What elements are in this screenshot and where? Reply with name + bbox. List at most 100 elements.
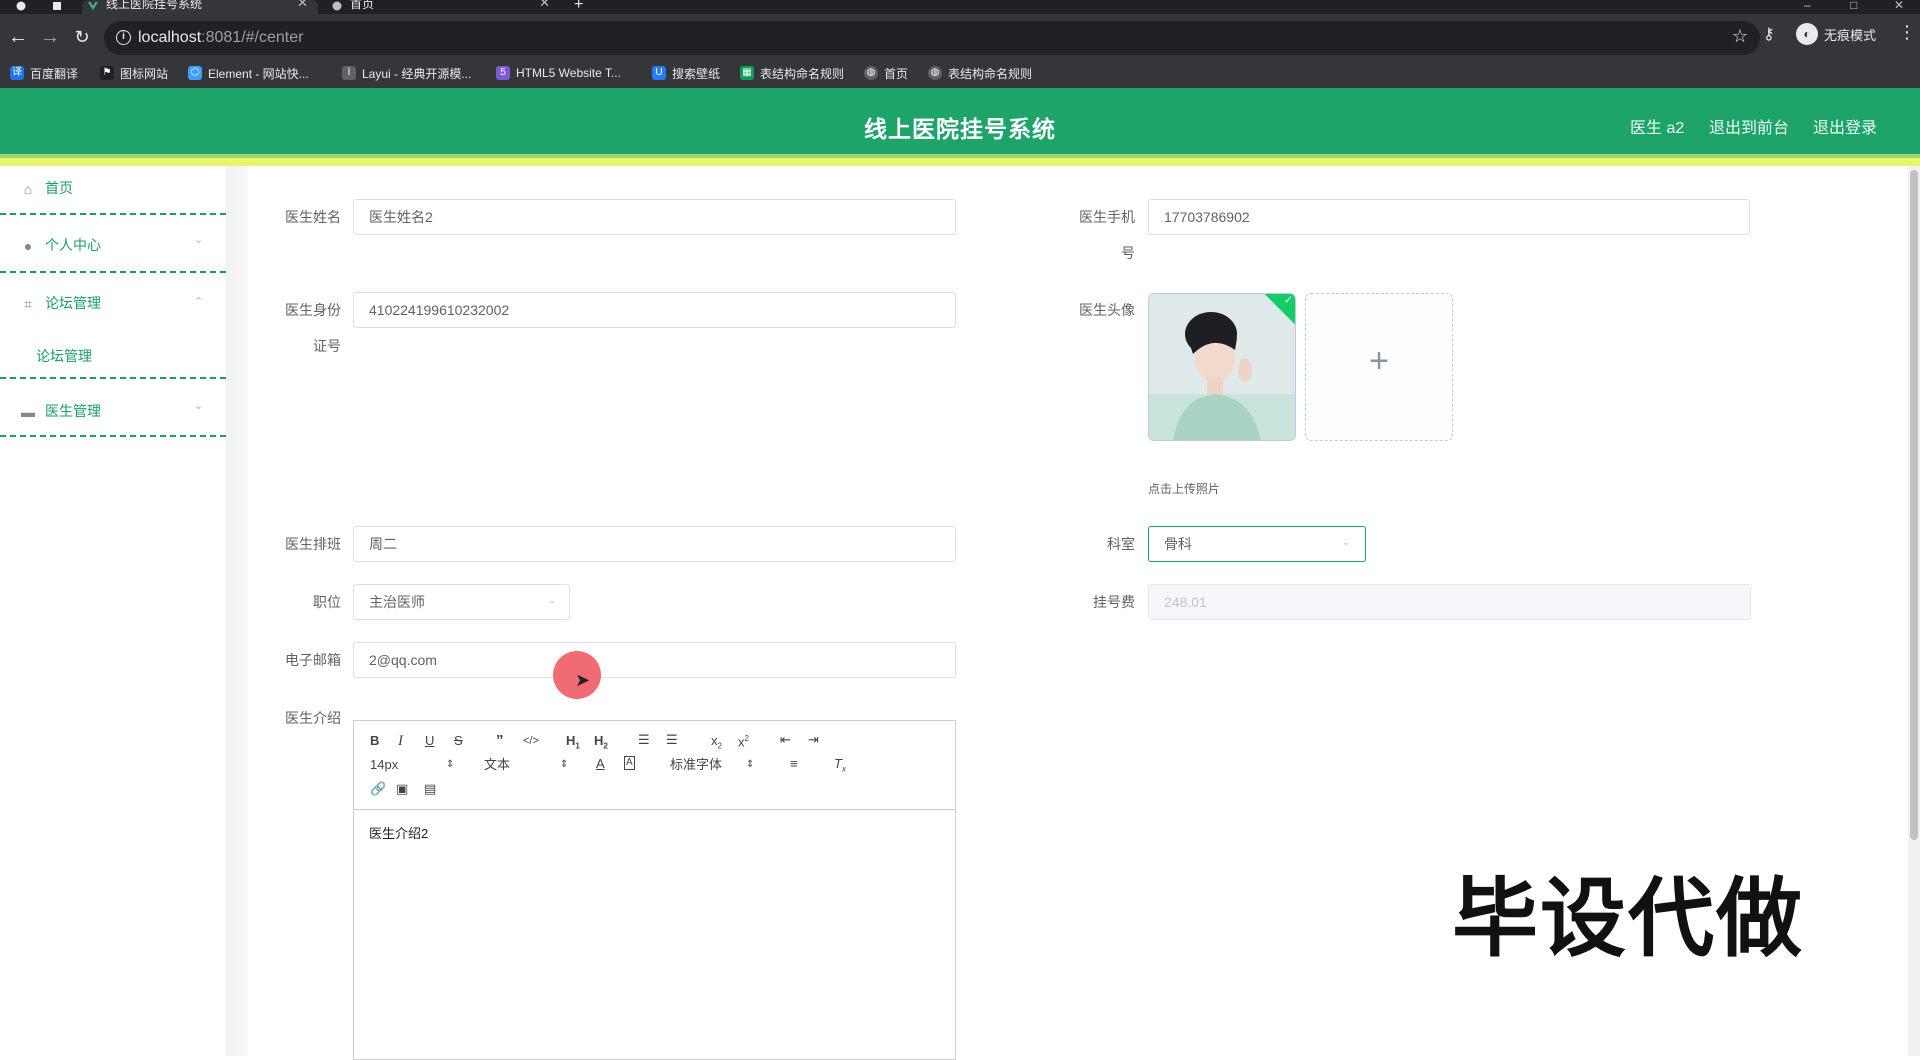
sidebar-item-forum[interactable]: ⌗ 论坛管理 ⌃ — [0, 281, 226, 338]
incognito-label: 无痕模式 — [1824, 27, 1877, 43]
minimize-icon[interactable]: ‒ — [1804, 0, 1811, 12]
phone-field[interactable]: 17703786902 — [1148, 199, 1750, 235]
sidebar-edge — [226, 166, 248, 1056]
back-icon[interactable]: ← — [6, 26, 30, 48]
sidebar-divider — [0, 213, 226, 215]
bookmarks-bar: 译百度翻译 ⚑ 图标网站 ⬡ Element - 网站快... l Layui - 经… — [0, 58, 1920, 88]
indent-icon[interactable]: ⇥ — [808, 732, 819, 748]
browser-more-icon[interactable]: ⋮ — [1898, 22, 1916, 43]
h1-icon[interactable]: H1 — [566, 733, 580, 755]
block-type-select[interactable]: 文本 — [484, 757, 510, 773]
outdent-icon[interactable]: ⇤ — [780, 732, 791, 748]
layui-icon: l — [342, 66, 356, 80]
code-icon[interactable]: </> — [523, 733, 539, 749]
sidebar-item-label: 论坛管理 — [45, 295, 101, 311]
email-field[interactable]: 2@qq.com — [353, 642, 956, 678]
phone-label: 医生手机 — [1079, 209, 1135, 225]
phone-label-cont: 号 — [1121, 245, 1135, 261]
bookmark-item[interactable]: U 搜索壁纸 — [652, 62, 720, 84]
bookmark-item[interactable]: l Layui - 经典开源模... — [342, 62, 471, 84]
background-color-icon[interactable]: A — [624, 756, 635, 770]
sidebar-item-label: 首页 — [45, 180, 73, 196]
bookmark-item[interactable]: ⬡ Element - 网站快... — [188, 62, 309, 84]
globe-icon: ◍ — [864, 66, 878, 80]
tab-home[interactable]: 首页 ✕ — [326, 0, 560, 14]
avatar-label: 医生头像 — [1079, 302, 1135, 318]
logout-link[interactable]: 退出登录 — [1813, 114, 1877, 138]
idcard-field[interactable]: 410224199610232002 — [353, 292, 956, 328]
tab-close-icon[interactable]: ✕ — [539, 0, 550, 9]
font-color-icon[interactable]: A — [596, 756, 605, 772]
upload-tip: 点击上传照片 — [1148, 482, 1221, 496]
key-icon[interactable]: ⚷ — [1763, 24, 1775, 44]
tab-hospital[interactable]: 线上医院挂号系统 ✕ — [82, 0, 318, 14]
sidebar-divider — [0, 435, 226, 437]
schedule-field[interactable]: 周二 — [353, 526, 956, 562]
ordered-list-icon[interactable]: ☰ — [638, 732, 650, 748]
maximize-icon[interactable]: □ — [1850, 0, 1857, 12]
sort-icon: ⇕ — [560, 759, 569, 770]
link-icon[interactable]: 🔗 — [370, 781, 386, 797]
translate-icon: 译 — [10, 66, 24, 80]
name-field[interactable]: 医生姓名2 — [353, 199, 956, 235]
sidebar-divider — [0, 271, 226, 273]
clear-format-icon[interactable]: Tx — [834, 756, 846, 778]
back-to-front-link[interactable]: 退出到前台 — [1709, 114, 1789, 138]
bookmark-item[interactable]: ▦ 表结构命名规则 — [740, 62, 844, 84]
incognito-icon: ◐ — [1796, 23, 1818, 45]
sidebar-item-doctor[interactable]: ▬ 医生管理 ⌄ — [0, 389, 226, 446]
wallpaper-icon: U — [652, 66, 666, 80]
font-size-select[interactable]: 14px — [370, 757, 398, 773]
italic-icon[interactable]: I — [398, 733, 403, 749]
bookmark-item[interactable]: 5 HTML5 Website T... — [496, 62, 621, 84]
subscript-icon[interactable]: x2 — [711, 733, 722, 755]
tab-search-icon[interactable] — [50, 0, 66, 14]
video-icon[interactable]: ▤ — [424, 781, 436, 797]
intro-editor[interactable]: B I U S ” </> H1 H2 ☰ ☰ x2 x2 ⇤ ⇥ 14px ⇕… — [353, 720, 956, 1060]
sidebar-subitem-forum[interactable]: 论坛管理 — [36, 346, 92, 366]
avatar-image[interactable]: ✓ — [1148, 293, 1296, 441]
scrollbar-thumb[interactable] — [1910, 170, 1918, 840]
sidebar-item-label: 医生管理 — [45, 403, 101, 419]
chevron-down-icon: ⌄ — [194, 400, 204, 412]
position-select-value: 主治医师 — [369, 594, 425, 610]
globe-icon — [332, 1, 342, 11]
editor-content[interactable]: 医生介绍2 — [369, 823, 428, 842]
position-select[interactable]: 主治医师 — [353, 584, 570, 620]
fee-label: 挂号费 — [1093, 594, 1135, 610]
avatar-upload-button[interactable]: + — [1305, 293, 1453, 441]
page-scrollbar[interactable] — [1908, 166, 1920, 1056]
site-info-icon[interactable]: i — [116, 30, 131, 45]
quote-icon[interactable]: ” — [496, 733, 504, 749]
superscript-icon[interactable]: x2 — [738, 731, 749, 750]
chevron-up-icon: ⌃ — [194, 296, 204, 308]
h2-icon[interactable]: H2 — [594, 733, 608, 755]
window-close-icon[interactable]: ✕ — [1894, 0, 1904, 12]
email-label: 电子邮箱 — [285, 652, 341, 668]
font-family-select[interactable]: 标准字体 — [670, 757, 722, 773]
bookmark-item[interactable]: ◍ 首页 — [864, 62, 908, 84]
idcard-label: 医生身份 — [285, 302, 341, 318]
incognito-indicator[interactable]: ◐ 无痕模式 — [1796, 22, 1876, 46]
url-text: localhost:8081/#/center — [138, 29, 304, 46]
bullet-list-icon[interactable]: ☰ — [666, 732, 678, 748]
dept-select[interactable]: 骨科 — [1148, 526, 1366, 562]
new-tab-button[interactable]: + — [574, 0, 594, 14]
strike-icon[interactable]: S — [454, 733, 463, 749]
bookmark-item[interactable]: ◍ 表结构命名规则 — [928, 62, 1032, 84]
intro-label: 医生介绍 — [285, 710, 341, 726]
forward-icon[interactable]: → — [38, 26, 62, 48]
bookmark-star-icon[interactable]: ☆ — [1732, 26, 1748, 47]
bold-icon[interactable]: B — [370, 733, 379, 749]
url-input[interactable]: i localhost:8081/#/center ☆ — [104, 21, 1760, 55]
sidebar-divider — [0, 377, 226, 379]
browser-menu-icon[interactable] — [14, 0, 30, 14]
image-icon[interactable]: ▣ — [396, 781, 408, 797]
tab-close-icon[interactable]: ✕ — [297, 0, 308, 9]
bookmark-item[interactable]: 译百度翻译 — [10, 62, 78, 84]
align-icon[interactable]: ≡ — [790, 756, 798, 772]
fee-field: 248.01 — [1148, 584, 1751, 620]
bookmark-item[interactable]: ⚑ 图标网站 — [100, 62, 168, 84]
underline-icon[interactable]: U — [425, 733, 434, 749]
reload-icon[interactable]: ↻ — [70, 26, 94, 48]
